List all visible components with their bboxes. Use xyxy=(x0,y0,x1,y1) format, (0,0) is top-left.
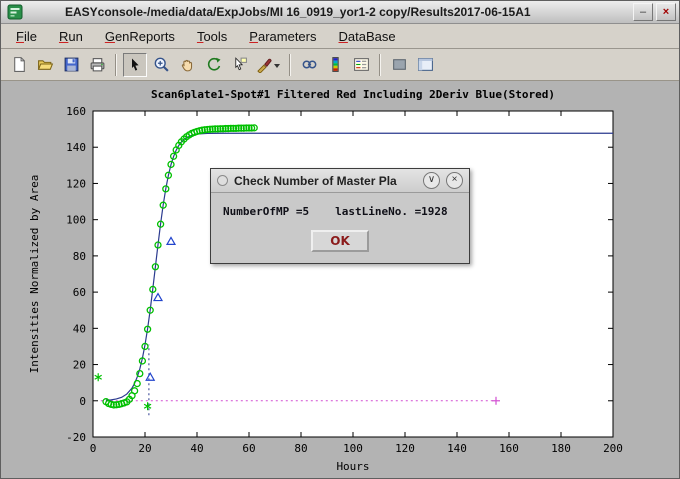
svg-text:40: 40 xyxy=(190,442,203,455)
dialog-ok-button[interactable]: OK xyxy=(311,230,369,252)
data-cursor-icon xyxy=(231,56,248,73)
svg-text:60: 60 xyxy=(73,286,86,299)
print-button[interactable] xyxy=(85,53,109,77)
svg-text:20: 20 xyxy=(73,359,86,372)
dialog-body: NumberOfMP =5 lastLineNo. =1928 OK xyxy=(211,193,469,263)
zoom-in-button[interactable] xyxy=(149,53,173,77)
app-logo-icon xyxy=(7,4,23,20)
svg-text:Intensities Normalized by Area: Intensities Normalized by Area xyxy=(28,175,41,374)
show-plot-tools-button[interactable] xyxy=(413,53,437,77)
legend-icon xyxy=(353,56,370,73)
svg-text:120: 120 xyxy=(66,177,86,190)
chain-link-icon xyxy=(301,56,318,73)
hand-pan-icon xyxy=(179,56,196,73)
svg-text:200: 200 xyxy=(603,442,623,455)
minimize-button[interactable]: – xyxy=(633,3,653,21)
menu-file[interactable]: File xyxy=(5,26,48,47)
app-icon[interactable] xyxy=(6,4,23,21)
brush-icon xyxy=(256,56,273,73)
floppy-save-icon xyxy=(63,56,80,73)
app-window: EASYconsole-/media/data/ExpJobs/MI 16_09… xyxy=(0,0,680,479)
menu-database[interactable]: DataBase xyxy=(328,26,407,47)
svg-text:40: 40 xyxy=(73,322,86,335)
toolbar-separator xyxy=(289,54,291,76)
insert-colorbar-button[interactable] xyxy=(323,53,347,77)
menu-run[interactable]: Run xyxy=(48,26,94,47)
dialog-check-number: Check Number of Master Pla ∨ × NumberOfM… xyxy=(210,168,470,264)
svg-text:120: 120 xyxy=(395,442,415,455)
brush-dropdown-caret-icon[interactable] xyxy=(274,64,280,71)
svg-text:80: 80 xyxy=(294,442,307,455)
pointer-arrow-icon xyxy=(127,57,143,73)
insert-legend-button[interactable] xyxy=(349,53,373,77)
dialog-close-button[interactable]: × xyxy=(446,172,463,189)
menu-genreports[interactable]: GenReports xyxy=(94,26,186,47)
lastlineno-text: lastLineNo. =1928 xyxy=(335,205,448,218)
dialog-titlebar: Check Number of Master Pla ∨ × xyxy=(211,169,469,193)
svg-text:20: 20 xyxy=(138,442,151,455)
window-title: EASYconsole-/media/data/ExpJobs/MI 16_09… xyxy=(65,5,633,19)
svg-text:60: 60 xyxy=(242,442,255,455)
svg-text:Hours: Hours xyxy=(336,460,369,473)
hide-plot-tools-button[interactable] xyxy=(387,53,411,77)
svg-text:140: 140 xyxy=(66,141,86,154)
dialog-collapse-button[interactable]: ∨ xyxy=(423,172,440,189)
svg-text:100: 100 xyxy=(66,214,86,227)
magnifier-plus-icon xyxy=(153,56,170,73)
data-cursor-button[interactable] xyxy=(227,53,251,77)
figure-area: 0 20 40 60 80 100 120 140 160 180 200 -20 0 20 40 60 80 1… xyxy=(1,81,679,478)
rotate-arrow-icon xyxy=(205,56,222,73)
open-file-button[interactable] xyxy=(33,53,57,77)
numberofmp-text: NumberOfMP =5 xyxy=(223,205,309,218)
hide-plot-tools-icon xyxy=(391,56,408,73)
toolbar-separator xyxy=(115,54,117,76)
link-plot-button[interactable] xyxy=(297,53,321,77)
new-file-button[interactable] xyxy=(7,53,31,77)
dialog-menu-dot-icon[interactable] xyxy=(217,175,228,186)
svg-text:0: 0 xyxy=(90,442,97,455)
dialog-message: NumberOfMP =5 lastLineNo. =1928 xyxy=(221,202,459,230)
svg-text:100: 100 xyxy=(343,442,363,455)
menubar: File Run GenReports Tools Parameters Dat… xyxy=(1,24,679,49)
svg-text:-20: -20 xyxy=(66,431,86,444)
svg-text:140: 140 xyxy=(447,442,467,455)
svg-text:80: 80 xyxy=(73,250,86,263)
svg-text:160: 160 xyxy=(499,442,519,455)
save-button[interactable] xyxy=(59,53,83,77)
chart-svg[interactable]: 0 20 40 60 80 100 120 140 160 180 200 -20 0 20 40 60 80 1… xyxy=(1,81,679,478)
menu-tools[interactable]: Tools xyxy=(186,26,238,47)
show-plot-tools-icon xyxy=(417,56,434,73)
open-folder-icon xyxy=(37,56,54,73)
colorbar-icon xyxy=(327,56,344,73)
pan-button[interactable] xyxy=(175,53,199,77)
dialog-title: Check Number of Master Pla xyxy=(234,174,417,188)
close-button[interactable]: × xyxy=(656,3,676,21)
svg-text:160: 160 xyxy=(66,105,86,118)
svg-text:Scan6plate1-Spot#1 Filtered Re: Scan6plate1-Spot#1 Filtered Red Includin… xyxy=(151,88,555,101)
brush-button[interactable] xyxy=(253,53,283,77)
edit-pointer-button[interactable] xyxy=(123,53,147,77)
svg-text:180: 180 xyxy=(551,442,571,455)
rotate-3d-button[interactable] xyxy=(201,53,225,77)
toolbar-separator xyxy=(379,54,381,76)
printer-icon xyxy=(89,56,106,73)
svg-text:0: 0 xyxy=(79,395,86,408)
window-controls: – × xyxy=(633,3,676,21)
new-document-icon xyxy=(11,56,28,73)
menu-parameters[interactable]: Parameters xyxy=(238,26,327,47)
toolbar xyxy=(1,49,679,81)
titlebar: EASYconsole-/media/data/ExpJobs/MI 16_09… xyxy=(1,1,679,24)
